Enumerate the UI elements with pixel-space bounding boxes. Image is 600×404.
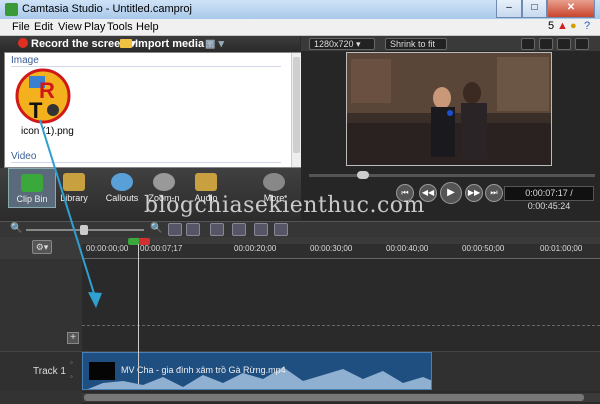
- image-section-label: Image: [11, 55, 39, 66]
- menu-play[interactable]: Play: [84, 21, 105, 33]
- menu-file[interactable]: File: [12, 21, 30, 33]
- split-icon[interactable]: [232, 223, 246, 236]
- menu-bar: File Edit View Play Tools Help 5 ▲ ● ?: [0, 19, 600, 36]
- redo-icon[interactable]: [186, 223, 200, 236]
- library-icon: [63, 173, 85, 191]
- more-icon: [263, 173, 285, 191]
- zoom-slider-handle[interactable]: [80, 225, 88, 235]
- tick-label: 00:00:07;17: [140, 244, 183, 253]
- timeline-clip[interactable]: MV Cha - gia đình xâm trồ Gà Rừng.mp4: [82, 352, 432, 390]
- video-section-label: Video: [11, 151, 37, 162]
- scrollbar-thumb[interactable]: [84, 394, 584, 401]
- clip-thumbnail: [89, 362, 115, 380]
- section-divider: [11, 162, 281, 163]
- zoom-label: Shrink to fit: [390, 39, 436, 49]
- audio-icon: [195, 173, 217, 191]
- paste-icon[interactable]: [274, 223, 288, 236]
- tick-label: 00:00:00;00: [86, 244, 129, 253]
- skip-forward-icon[interactable]: ⏭: [485, 184, 503, 202]
- timeline-toolbar: 🔍 🔍: [0, 221, 600, 237]
- lightbulb-icon[interactable]: ●: [570, 20, 577, 32]
- track-label: Track 1: [33, 366, 66, 377]
- expand-icon[interactable]: [575, 38, 589, 50]
- zoom-icon: [153, 173, 175, 191]
- window-title: Camtasia Studio - Untitled.camproj: [22, 3, 192, 15]
- detach-icon[interactable]: [539, 38, 553, 50]
- zoom-out-icon[interactable]: 🔍: [10, 223, 22, 234]
- maximize-button[interactable]: □: [522, 0, 547, 18]
- main-toolbar: Record the screen ▾ Import media ▾ ▦ ▾: [0, 36, 300, 52]
- clip-thumbnail[interactable]: R T: [15, 68, 73, 124]
- timeline-scrollbar[interactable]: [82, 393, 600, 402]
- record-icon: [18, 38, 28, 48]
- record-screen-button[interactable]: Record the screen ▾: [18, 37, 136, 50]
- tab-library[interactable]: Library: [50, 168, 98, 208]
- visibility-icon[interactable]: ◦: [70, 372, 73, 381]
- tick-label: 00:01:00;00: [540, 244, 583, 253]
- playhead-line[interactable]: [138, 244, 139, 384]
- tab-callouts[interactable]: Callouts: [98, 168, 146, 208]
- menu-edit[interactable]: Edit: [34, 21, 53, 33]
- menu-tools[interactable]: Tools: [107, 21, 133, 33]
- tab-label: Callouts: [105, 193, 139, 203]
- fullscreen-icon[interactable]: [557, 38, 571, 50]
- scrollbar-thumb[interactable]: [293, 57, 300, 153]
- clip-filename: icon (1).png: [21, 126, 74, 137]
- help-icon[interactable]: ?: [584, 20, 590, 32]
- resolution-label: 1280x720: [314, 39, 354, 49]
- playhead-marker[interactable]: [128, 238, 150, 245]
- title-bar: Camtasia Studio - Untitled.camproj – □ ✕: [0, 0, 600, 19]
- menu-help[interactable]: Help: [136, 21, 159, 33]
- drop-target-line: [82, 325, 600, 326]
- cut-icon[interactable]: [210, 223, 224, 236]
- import-label: Import media: [135, 38, 205, 50]
- zoom-in-icon[interactable]: 🔍: [150, 223, 162, 234]
- notification-count: 5: [548, 20, 555, 32]
- add-track-button[interactable]: +: [67, 332, 79, 344]
- play-button[interactable]: ▶: [440, 182, 462, 204]
- preview-scrub-track[interactable]: [309, 174, 595, 177]
- clip-title: MV Cha - gia đình xâm trồ Gà Rừng.mp4: [121, 365, 286, 375]
- tab-clip-bin[interactable]: Clip Bin: [8, 168, 56, 208]
- tick-label: 00:00:30;00: [310, 244, 353, 253]
- section-divider: [11, 66, 281, 67]
- timecode-display: 0:00:07:17 / 0:00:45:24: [504, 186, 594, 211]
- preview-toolbar: 1280x720 ▾ Shrink to fit ▾: [301, 36, 600, 59]
- tab-label: Library: [60, 193, 88, 203]
- crop-icon[interactable]: [521, 38, 535, 50]
- camtasia-app-icon: [5, 3, 18, 16]
- tick-label: 00:00:50;00: [462, 244, 505, 253]
- zoom-select[interactable]: Shrink to fit ▾: [385, 38, 447, 59]
- gear-icon[interactable]: ⚙▾: [32, 240, 52, 254]
- scrub-handle[interactable]: [357, 171, 369, 179]
- lock-icon[interactable]: ◦: [70, 358, 73, 367]
- fast-forward-icon[interactable]: ▶▶: [465, 184, 483, 202]
- close-button[interactable]: ✕: [547, 0, 595, 18]
- folder-icon: [120, 39, 132, 48]
- produce-icon[interactable]: ▦ ▾: [205, 37, 224, 50]
- video-canvas[interactable]: [346, 52, 552, 166]
- tab-label: Clip Bin: [16, 194, 48, 204]
- minimize-button[interactable]: –: [496, 0, 522, 18]
- site-watermark: blogchiasekienthuc.com: [144, 193, 425, 218]
- svg-text:T: T: [29, 98, 43, 123]
- timeline-ruler[interactable]: 00:00:00;00 00:00:07;17 00:00:20;00 00:0…: [82, 244, 600, 259]
- warning-icon[interactable]: ▲: [557, 20, 568, 32]
- menu-view[interactable]: View: [58, 21, 82, 33]
- clip-bin-panel: Image R T icon (1).png Video: [4, 52, 301, 168]
- copy-icon[interactable]: [254, 223, 268, 236]
- undo-icon[interactable]: [168, 223, 182, 236]
- resolution-select[interactable]: 1280x720 ▾: [309, 38, 375, 50]
- tick-label: 00:00:40;00: [386, 244, 429, 253]
- clip-bin-scrollbar[interactable]: [291, 53, 301, 167]
- record-label: Record the screen: [31, 38, 127, 50]
- callout-icon: [111, 173, 133, 191]
- film-icon: [21, 174, 43, 192]
- import-media-button[interactable]: Import media ▾: [120, 37, 213, 50]
- tick-label: 00:00:20;00: [234, 244, 277, 253]
